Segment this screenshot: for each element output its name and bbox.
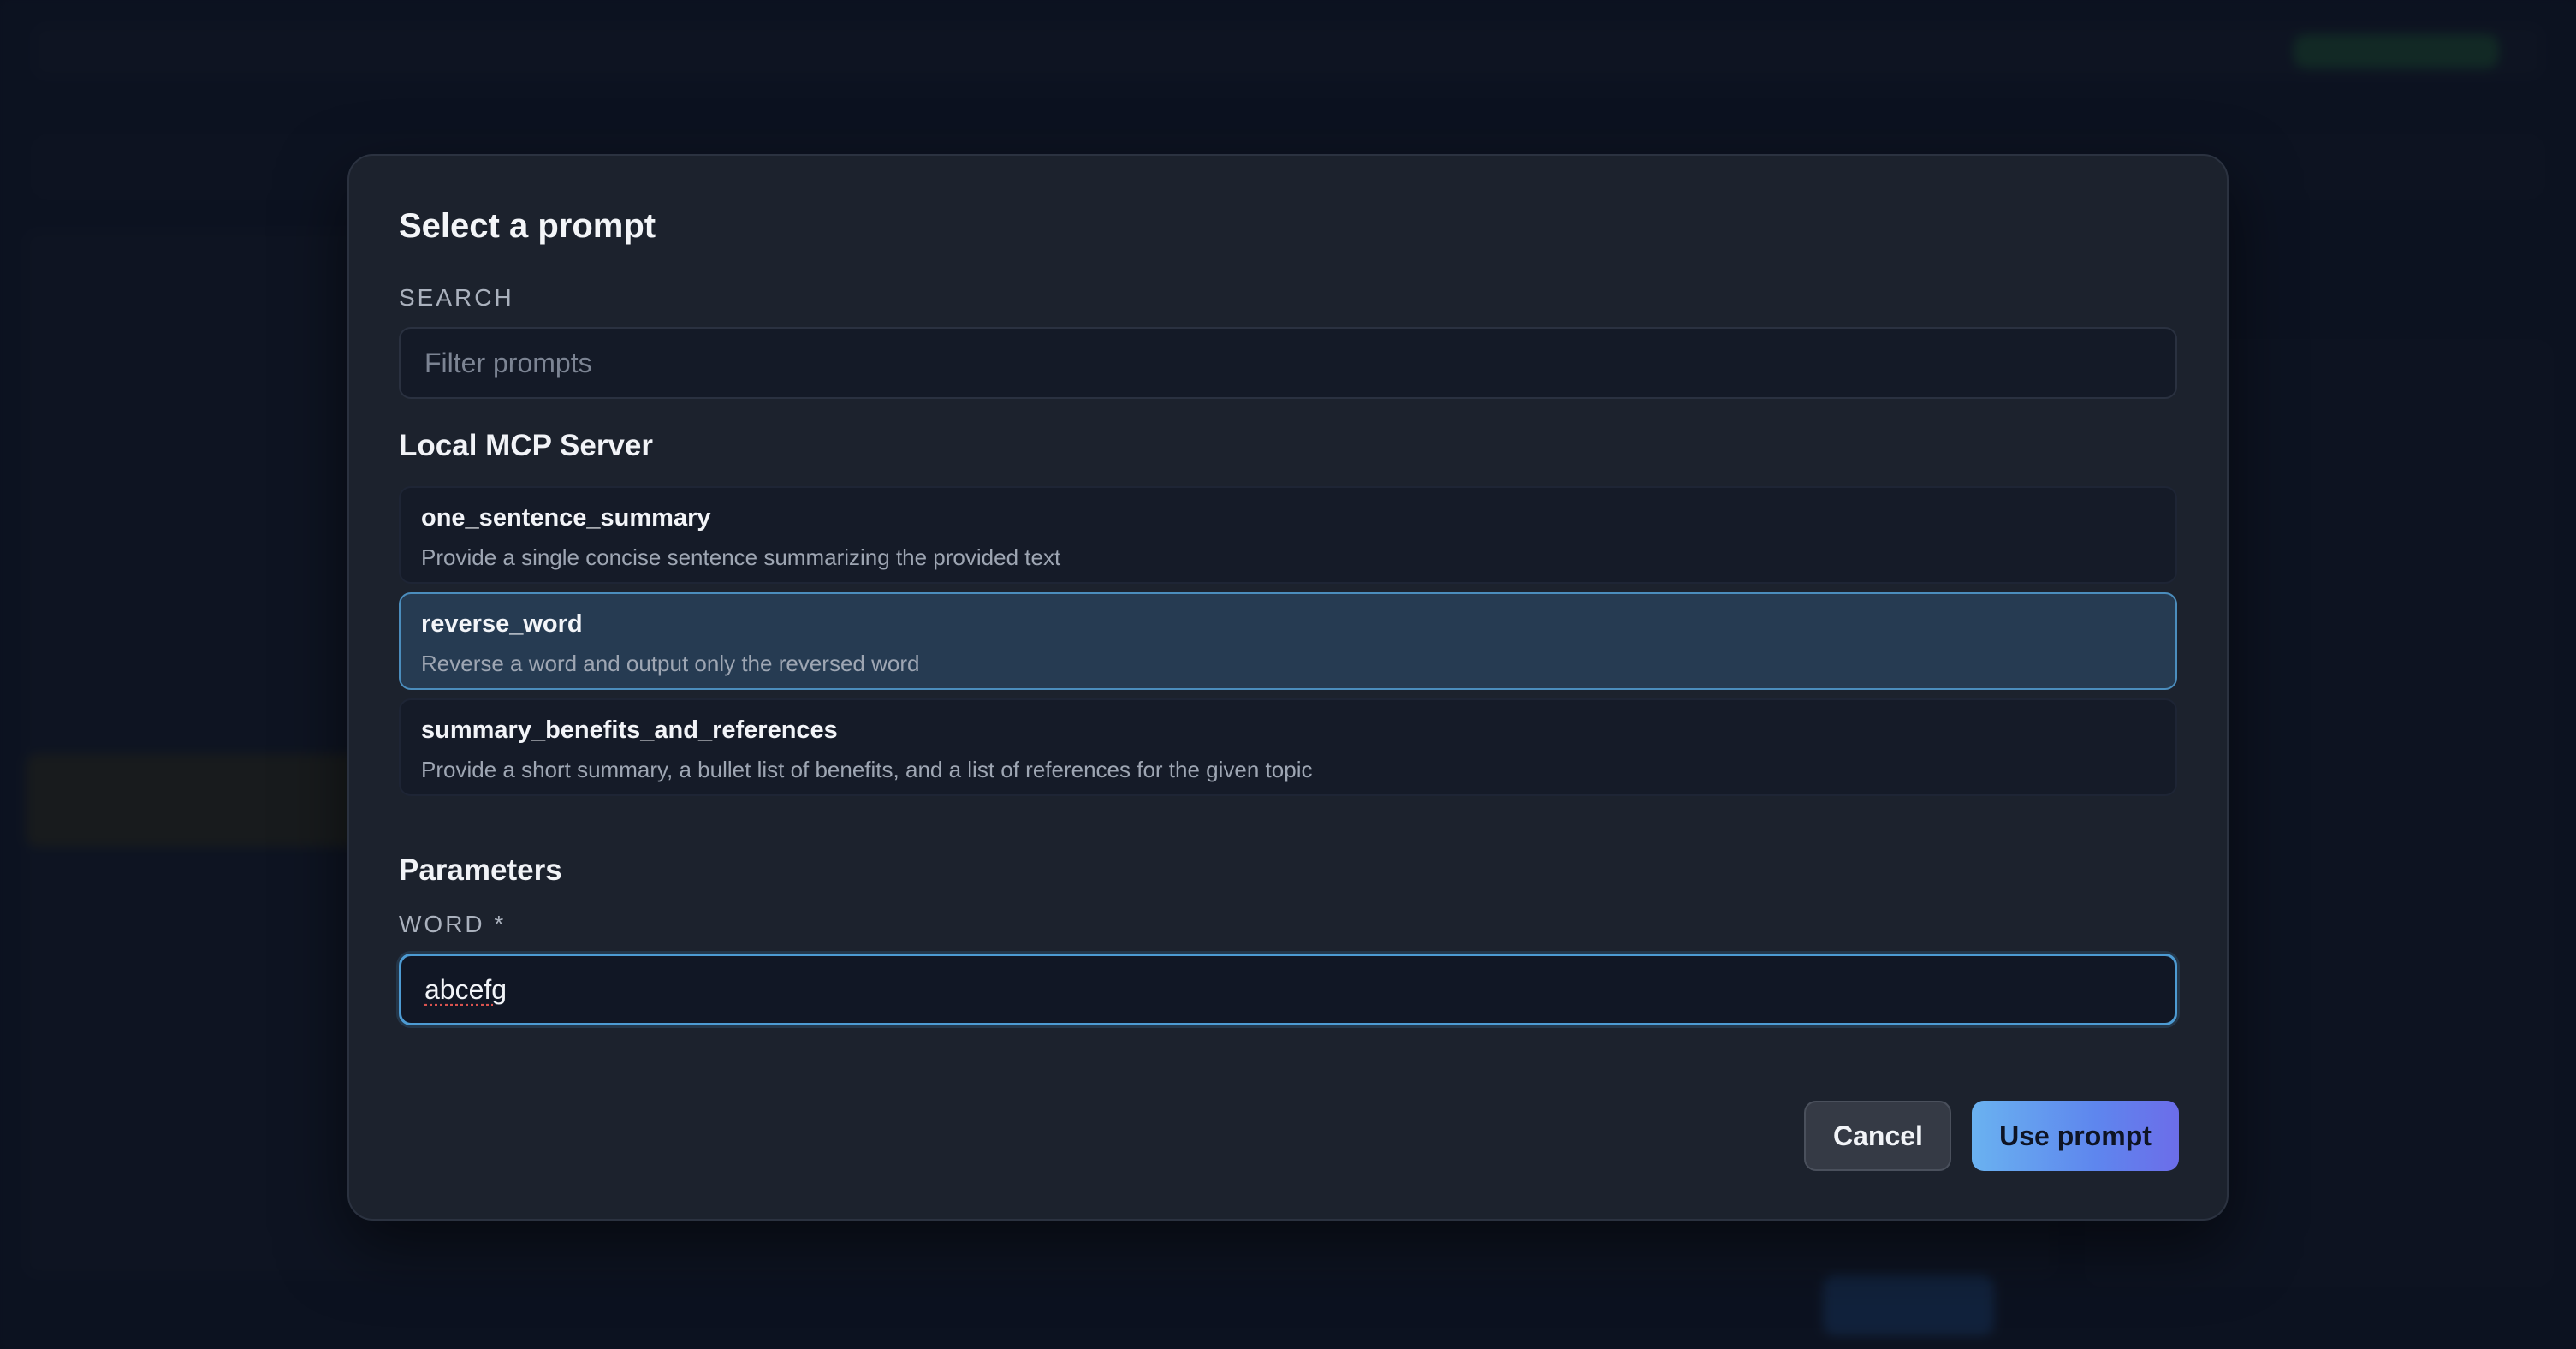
parameters-title: Parameters bbox=[399, 853, 562, 887]
prompt-name: one_sentence_summary bbox=[421, 504, 711, 532]
prompt-description: Provide a short summary, a bullet list o… bbox=[421, 757, 1313, 782]
dialog-actions: Cancel Use prompt bbox=[1804, 1101, 2179, 1171]
server-group-title: Local MCP Server bbox=[399, 429, 653, 462]
dialog-title: Select a prompt bbox=[399, 207, 656, 245]
prompt-name: summary_benefits_and_references bbox=[421, 716, 838, 744]
prompt-item-one-sentence-summary[interactable]: one_sentence_summary Provide a single co… bbox=[399, 486, 2177, 584]
word-input[interactable] bbox=[399, 954, 2177, 1025]
prompt-description: Provide a single concise sentence summar… bbox=[421, 544, 1061, 570]
prompt-name: reverse_word bbox=[421, 610, 583, 638]
use-prompt-button[interactable]: Use prompt bbox=[1972, 1101, 2179, 1171]
prompt-item-reverse-word[interactable]: reverse_word Reverse a word and output o… bbox=[399, 592, 2177, 690]
prompt-item-summary-benefits-and-references[interactable]: summary_benefits_and_references Provide … bbox=[399, 698, 2177, 796]
word-label: WORD * bbox=[399, 911, 507, 937]
prompt-description: Reverse a word and output only the rever… bbox=[421, 651, 920, 676]
filter-prompts-input[interactable] bbox=[399, 327, 2177, 399]
prompt-list: one_sentence_summary Provide a single co… bbox=[399, 486, 2177, 796]
search-label: SEARCH bbox=[399, 284, 514, 311]
select-prompt-dialog: Select a prompt SEARCH Local MCP Server … bbox=[347, 154, 2229, 1221]
cancel-button[interactable]: Cancel bbox=[1804, 1101, 1951, 1171]
